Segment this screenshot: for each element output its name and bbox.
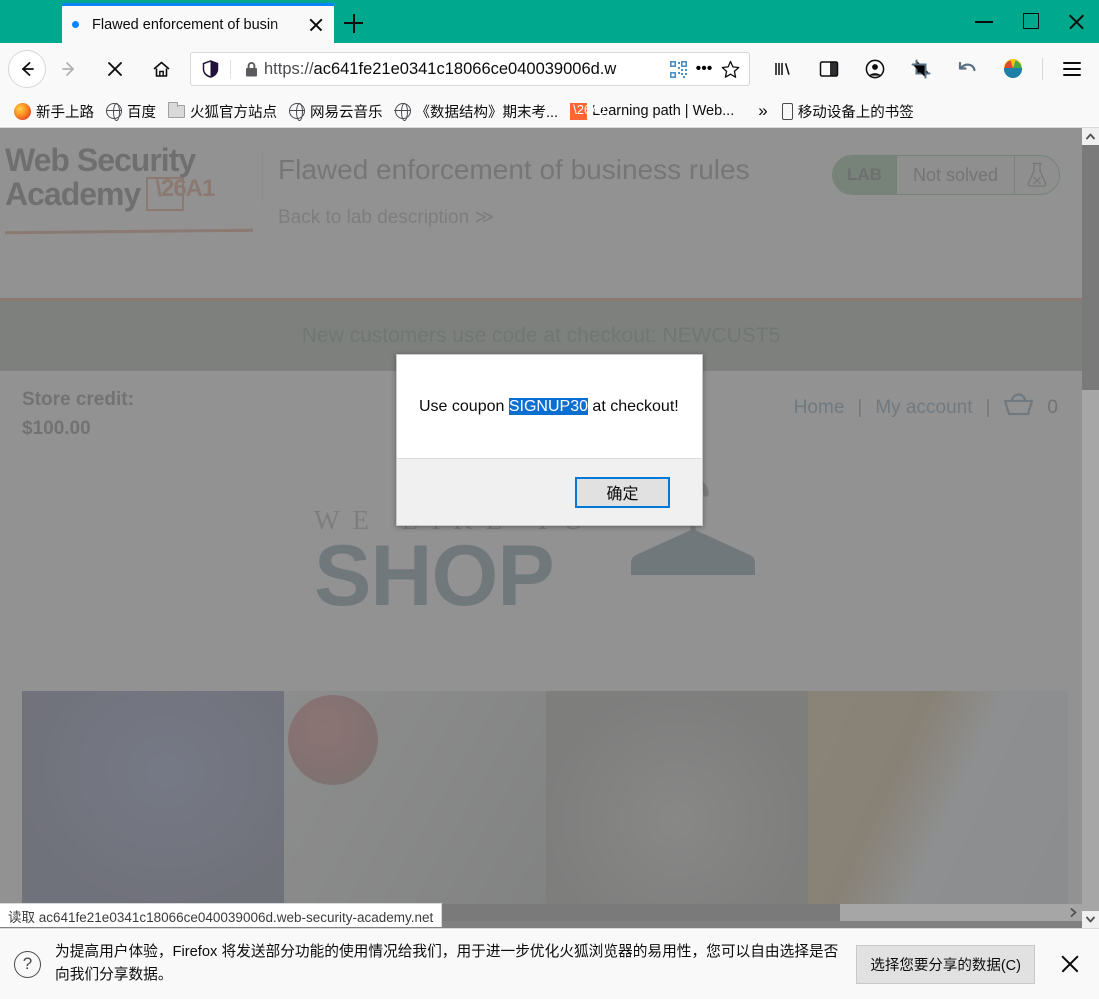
- dialog-text-after: at checkout!: [587, 397, 679, 415]
- globe-icon: [288, 102, 305, 121]
- window-controls: [961, 0, 1099, 43]
- telemetry-notification-bar: ? 为提高用户体验，Firefox 将发送部分功能的使用情况给我们，用于进一步优…: [0, 928, 1099, 999]
- bookmark-label: 火狐官方站点: [190, 104, 277, 121]
- dialog-message: Use coupon SIGNUP30 at checkout!: [419, 397, 679, 416]
- coupon-alert-dialog: Use coupon SIGNUP30 at checkout! 确定: [396, 354, 703, 526]
- account-icon[interactable]: [852, 50, 898, 88]
- bookmarks-toolbar: 新手上路 百度 火狐官方站点 网易云音乐 《数据结构》期末考... Learni…: [0, 95, 1099, 128]
- library-icon[interactable]: [760, 50, 806, 88]
- back-button-icon[interactable]: [8, 50, 46, 88]
- burp-icon: [570, 102, 607, 120]
- browser-window: Flawed enforcement of busin https://ac64…: [0, 0, 1099, 999]
- bookmark-item[interactable]: 网易云音乐: [283, 99, 389, 124]
- toolbar-icons: [760, 50, 1099, 88]
- mobile-bookmarks-label: 移动设备上的书签: [797, 104, 914, 121]
- sidebar-icon[interactable]: [806, 50, 852, 88]
- padlock-icon[interactable]: [238, 61, 264, 78]
- url-text[interactable]: https://ac641fe21e0341c18066ce040039006d…: [264, 60, 665, 79]
- bookmark-item[interactable]: 火狐官方站点: [162, 99, 283, 124]
- scroll-up-arrow-icon[interactable]: [1082, 128, 1099, 145]
- bookmark-label: 网易云音乐: [310, 104, 383, 121]
- question-mark-icon: ?: [14, 950, 41, 978]
- status-link-preview: 读取 ac641fe21e0341c18066ce040039006d.web-…: [0, 903, 443, 927]
- firefox-icon: [14, 102, 31, 120]
- folder-icon: [168, 101, 185, 118]
- bookmark-star-icon[interactable]: [717, 60, 743, 79]
- bookmark-label: 百度: [127, 104, 156, 121]
- scroll-down-arrow-icon[interactable]: [1082, 911, 1099, 928]
- notification-message: 为提高用户体验，Firefox 将发送部分功能的使用情况给我们，用于进一步优化火…: [55, 944, 839, 983]
- bookmark-label: Learning path | Web...: [592, 103, 735, 119]
- page-actions-icon[interactable]: •••: [691, 60, 717, 78]
- maximize-button[interactable]: [1007, 0, 1053, 43]
- qr-code-icon[interactable]: [665, 60, 691, 78]
- dialog-footer: 确定: [397, 458, 702, 525]
- tracking-protection-shield-icon[interactable]: [197, 60, 223, 78]
- scroll-right-arrow-icon[interactable]: [1065, 904, 1082, 921]
- bookmark-item[interactable]: 百度: [100, 99, 162, 124]
- minimize-button[interactable]: [961, 0, 1007, 43]
- tab-close-icon[interactable]: [304, 13, 328, 37]
- tab-title: Flawed enforcement of busin: [92, 16, 279, 33]
- browser-tab[interactable]: Flawed enforcement of busin: [62, 3, 334, 43]
- globe-icon: [105, 102, 122, 121]
- phone-icon: [781, 102, 793, 120]
- addon-icon[interactable]: [990, 50, 1036, 88]
- page-viewport: Web Security Academy Flawed enforcement …: [0, 128, 1099, 928]
- bookmark-item[interactable]: 《数据结构》期末考...: [389, 99, 565, 124]
- notification-close-icon[interactable]: [1055, 949, 1085, 979]
- vertical-scrollbar-track[interactable]: [1082, 145, 1099, 911]
- stop-button-icon[interactable]: [92, 50, 138, 88]
- mobile-bookmarks-item[interactable]: 移动设备上的书签: [776, 99, 920, 124]
- bookmark-label: 新手上路: [36, 104, 94, 121]
- bookmark-label: 《数据结构》期末考...: [415, 104, 559, 121]
- undo-icon[interactable]: [944, 50, 990, 88]
- bookmarks-overflow-icon[interactable]: »: [758, 101, 767, 121]
- choose-data-to-share-button[interactable]: 选择您要分享的数据(C): [856, 944, 1035, 984]
- close-window-button[interactable]: [1053, 0, 1099, 43]
- coupon-code-selected[interactable]: SIGNUP30: [508, 397, 588, 415]
- screenshot-icon[interactable]: [898, 50, 944, 88]
- forward-button-icon: [46, 50, 92, 88]
- vertical-scrollbar[interactable]: [1082, 128, 1099, 928]
- dialog-ok-button[interactable]: 确定: [575, 476, 670, 508]
- home-button-icon[interactable]: [138, 50, 184, 88]
- bookmark-item[interactable]: Learning path | Web...: [564, 101, 740, 122]
- dialog-body: Use coupon SIGNUP30 at checkout!: [397, 355, 702, 458]
- vertical-scrollbar-thumb[interactable]: [1082, 145, 1099, 390]
- address-bar[interactable]: https://ac641fe21e0341c18066ce040039006d…: [190, 52, 750, 86]
- navigation-toolbar: https://ac641fe21e0341c18066ce040039006d…: [0, 43, 1099, 95]
- urlbar-divider: [230, 60, 231, 78]
- menu-icon[interactable]: [1049, 50, 1095, 88]
- tab-loading-dot: [72, 21, 79, 28]
- title-bar: Flawed enforcement of busin: [0, 0, 1099, 43]
- dialog-text-before: Use coupon: [419, 397, 509, 415]
- toolbar-divider: [1042, 58, 1043, 80]
- new-tab-button[interactable]: [338, 8, 368, 38]
- globe-icon: [394, 102, 411, 121]
- bookmark-item[interactable]: 新手上路: [8, 99, 100, 124]
